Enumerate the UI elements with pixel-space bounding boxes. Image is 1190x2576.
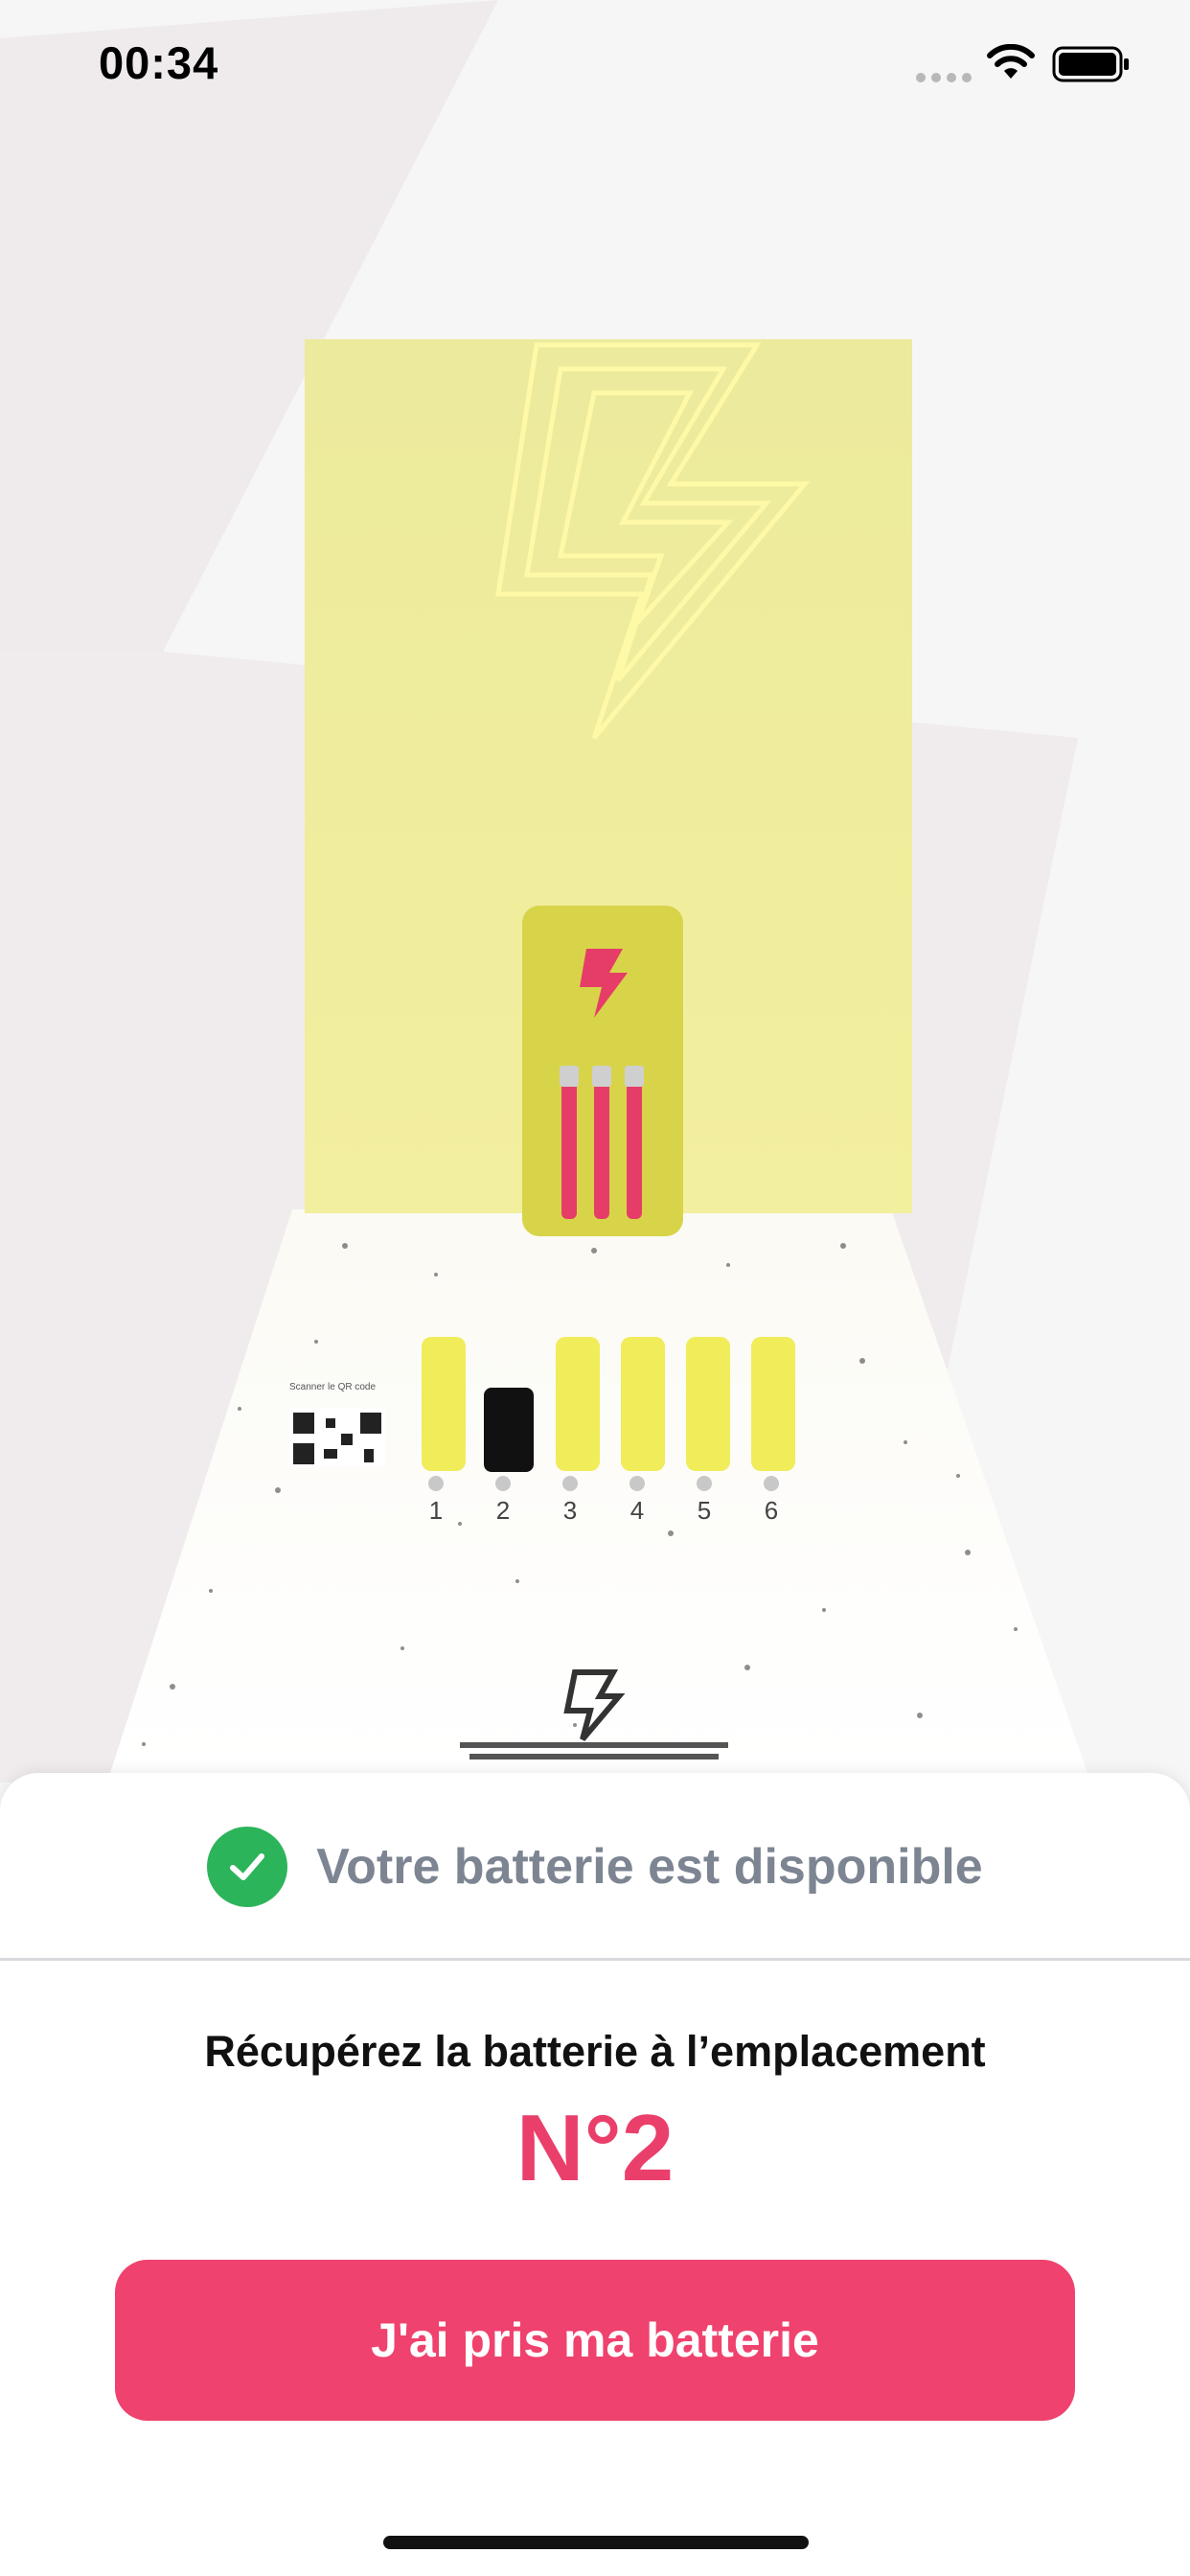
status-message: Votre batterie est disponible xyxy=(316,1839,983,1895)
home-indicator[interactable] xyxy=(383,2536,809,2549)
wifi-icon xyxy=(987,44,1035,79)
bottom-sheet: Votre batterie est disponible Récupérez … xyxy=(0,1773,1190,2576)
station-illustration: Scanner le QR code 1 2 3 4 5 6 xyxy=(0,0,1190,1782)
slot-label: 2 xyxy=(496,1496,510,1525)
svg-text:Scanner le QR code: Scanner le QR code xyxy=(289,1382,376,1392)
qr-code xyxy=(289,1409,385,1466)
divider xyxy=(0,1958,1190,1961)
check-circle-icon xyxy=(207,1827,288,1907)
slot-label: 1 xyxy=(429,1496,443,1525)
slot-label: 6 xyxy=(765,1496,778,1525)
confirm-battery-taken-button[interactable]: J'ai pris ma batterie xyxy=(115,2260,1075,2421)
slot-label: 3 xyxy=(563,1496,577,1525)
powerbank-cables xyxy=(561,1066,642,1219)
status-time: 00:34 xyxy=(99,37,219,88)
slot-label: 5 xyxy=(698,1496,711,1525)
status-bar: 00:34 xyxy=(0,0,1190,126)
slot-label: 4 xyxy=(630,1496,644,1525)
signal-dots-icon xyxy=(916,73,972,82)
instruction-text: Récupérez la batterie à l’emplacement xyxy=(204,2027,986,2076)
availability-status: Votre batterie est disponible xyxy=(0,1773,1190,1961)
battery-icon xyxy=(1052,46,1129,82)
slot-number: N°2 xyxy=(515,2095,675,2200)
